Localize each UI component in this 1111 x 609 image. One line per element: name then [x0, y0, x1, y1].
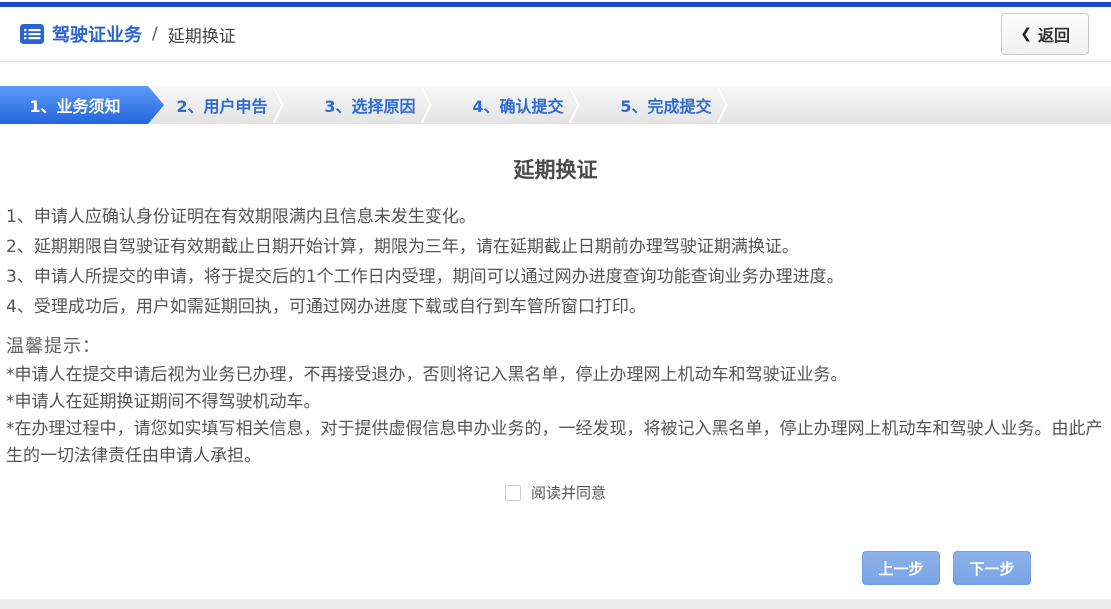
breadcrumb-section[interactable]: 驾驶证业务	[52, 21, 142, 47]
breadcrumb-current: 延期换证	[168, 22, 236, 47]
page: 驾驶证业务 / 延期换证 ❮ 返回 1、业务须知 2、用户申告 3、选择原因 4…	[0, 2, 1111, 609]
step-2-user-declaration: 2、用户申告	[148, 86, 296, 124]
tip-item-1: *申请人在提交申请后视为业务已办理，不再接受退办，否则将记入黑名单，停止办理网上…	[6, 362, 1105, 389]
back-button[interactable]: ❮ 返回	[1001, 13, 1089, 55]
header: 驾驶证业务 / 延期换证 ❮ 返回	[0, 7, 1111, 62]
main-content: 延期换证 1、申请人应确认身份证明在有效期限满内且信息未发生变化。 2、延期期限…	[0, 154, 1111, 503]
step-wizard-bar: 1、业务须知 2、用户申告 3、选择原因 4、确认提交 5、完成提交	[0, 86, 1111, 124]
tip-item-3: *在办理过程中，请您如实填写相关信息，对于提供虚假信息申办业务的，一经发现，将被…	[6, 416, 1105, 470]
bottom-strip	[0, 599, 1111, 609]
notice-list: 1、申请人应确认身份证明在有效期限满内且信息未发生变化。 2、延期期限自驾驶证有…	[6, 202, 1105, 322]
wizard-actions: 上一步 下一步	[862, 551, 1031, 585]
breadcrumb: 驾驶证业务 / 延期换证	[20, 21, 236, 47]
step-label: 2、用户申告	[176, 93, 267, 117]
step-3-select-reason: 3、选择原因	[296, 86, 444, 124]
notice-item-4: 4、受理成功后，用户如需延期回执，可通过网办进度下载或自行到车管所窗口打印。	[6, 292, 1105, 322]
list-icon	[20, 24, 44, 44]
back-chevron-icon: ❮	[1020, 26, 1032, 42]
notice-item-1: 1、申请人应确认身份证明在有效期限满内且信息未发生变化。	[6, 202, 1105, 232]
agree-label[interactable]: 阅读并同意	[531, 482, 606, 503]
agree-row: 阅读并同意	[6, 482, 1105, 503]
back-button-label: 返回	[1038, 22, 1070, 46]
notice-item-2: 2、延期期限自驾驶证有效期截止日期开始计算，期限为三年，请在延期截止日期前办理驾…	[6, 232, 1105, 262]
agree-checkbox[interactable]	[505, 485, 521, 501]
tip-item-2: *申请人在延期换证期间不得驾驶机动车。	[6, 389, 1105, 416]
next-step-button[interactable]: 下一步	[953, 551, 1031, 585]
step-4-confirm-submit: 4、确认提交	[444, 86, 592, 124]
notice-item-3: 3、申请人所提交的申请，将于提交后的1个工作日内受理，期间可以通过网办进度查询功…	[6, 262, 1105, 292]
step-5-complete-submit: 5、完成提交	[592, 86, 740, 124]
step-label: 1、业务须知	[29, 93, 134, 117]
step-label: 3、选择原因	[324, 93, 415, 117]
step-label: 4、确认提交	[472, 93, 563, 117]
previous-step-button[interactable]: 上一步	[862, 551, 940, 585]
step-label: 5、完成提交	[620, 93, 711, 117]
step-bar-filler	[740, 86, 1111, 124]
page-title: 延期换证	[6, 154, 1105, 184]
tips-heading: 温馨提示：	[6, 332, 1105, 362]
tips-list: *申请人在提交申请后视为业务已办理，不再接受退办，否则将记入黑名单，停止办理网上…	[6, 362, 1105, 470]
breadcrumb-separator: /	[152, 24, 158, 44]
step-1-business-notice: 1、业务须知	[0, 86, 164, 124]
